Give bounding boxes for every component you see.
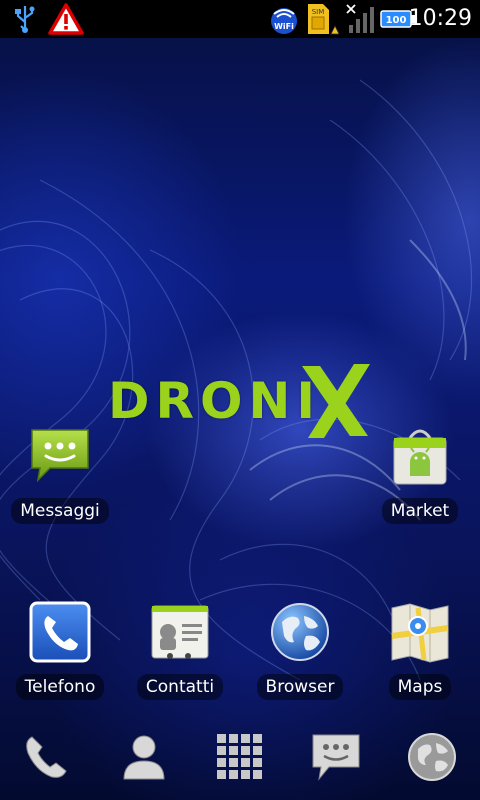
app-label: Maps <box>388 674 452 700</box>
app-label: Contatti <box>136 674 224 700</box>
phone-dock-icon[interactable] <box>14 724 78 790</box>
wallpaper-logo-x <box>298 360 372 442</box>
app-label: Messaggi <box>11 498 109 524</box>
app-contatti[interactable]: Contatti <box>125 600 235 710</box>
contacts-icon <box>148 600 212 664</box>
wifi-label: WiFi <box>274 22 294 31</box>
app-browser[interactable]: Browser <box>245 600 355 710</box>
sim-icon: SIM <box>304 0 340 38</box>
app-label: Browser <box>256 674 344 700</box>
wallpaper-logo-text: DRONI <box>108 372 321 430</box>
phone-icon <box>28 600 92 664</box>
market-icon <box>388 424 452 488</box>
messaging-icon <box>28 424 92 488</box>
usb-icon <box>10 0 40 38</box>
status-bar[interactable]: WiFi SIM 100 10:29 <box>0 0 480 38</box>
signal-icon <box>344 0 378 38</box>
app-maps[interactable]: Maps <box>365 600 475 710</box>
maps-icon <box>388 600 452 664</box>
app-label: Telefono <box>15 674 105 700</box>
app-market[interactable]: Market <box>365 424 475 534</box>
app-drawer-icon[interactable] <box>208 724 272 790</box>
battery-level: 100 <box>386 15 407 26</box>
dock <box>0 724 480 794</box>
contacts-dock-icon[interactable] <box>112 724 176 790</box>
messaging-dock-icon[interactable] <box>304 724 368 790</box>
app-telefono[interactable]: Telefono <box>5 600 115 710</box>
globe-icon <box>268 600 332 664</box>
sim-label: SIM <box>312 8 325 16</box>
app-messaggi[interactable]: Messaggi <box>5 424 115 534</box>
browser-dock-icon[interactable] <box>400 724 464 790</box>
wifi-icon: WiFi <box>268 0 300 38</box>
app-label: Market <box>381 498 459 524</box>
warning-icon <box>46 0 86 38</box>
status-clock: 10:29 <box>408 6 472 31</box>
